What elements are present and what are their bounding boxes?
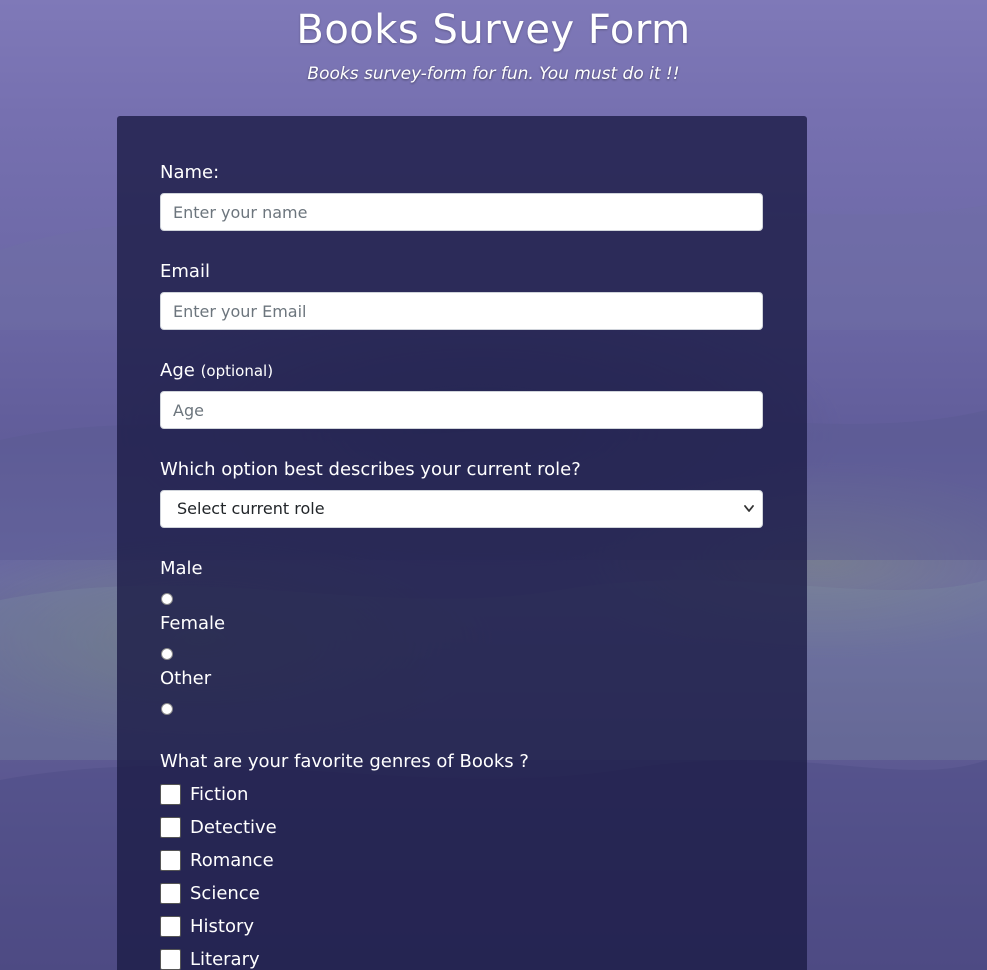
genre-fiction-checkbox[interactable] — [160, 784, 181, 805]
genre-detective-label: Detective — [190, 817, 277, 838]
age-input[interactable] — [160, 391, 763, 429]
gender-option-female-label: Female — [160, 613, 226, 634]
gender-radio-other[interactable] — [161, 703, 173, 715]
genre-science-label: Science — [190, 883, 260, 904]
age-label: Age (optional) — [160, 359, 273, 383]
role-select-value: Select current role — [177, 499, 325, 518]
genre-literary-checkbox[interactable] — [160, 949, 181, 970]
genre-literary-label: Literary — [190, 949, 260, 970]
genre-science-checkbox[interactable] — [160, 883, 181, 904]
role-label: Which option best describes your current… — [160, 459, 581, 480]
age-optional-note: (optional) — [200, 362, 274, 380]
genres-label: What are your favorite genres of Books ? — [160, 751, 529, 772]
email-label: Email — [160, 261, 210, 282]
gender-option-male-label: Male — [160, 558, 203, 579]
name-label: Name: — [160, 162, 220, 183]
chevron-down-icon — [744, 505, 754, 512]
role-select[interactable]: Select current role — [160, 490, 763, 528]
page-subtitle: Books survey-form for fun. You must do i… — [307, 64, 680, 84]
email-input[interactable] — [160, 292, 763, 330]
genre-history-checkbox[interactable] — [160, 916, 181, 937]
name-input[interactable] — [160, 193, 763, 231]
genre-history-label: History — [190, 916, 255, 937]
genre-romance-checkbox[interactable] — [160, 850, 181, 871]
genre-romance-label: Romance — [190, 850, 274, 871]
survey-form: Name: Email Age (optional) Which option … — [117, 116, 807, 970]
gender-radio-female[interactable] — [161, 648, 173, 660]
gender-option-other-label: Other — [160, 668, 212, 689]
age-label-text: Age — [160, 360, 195, 381]
page-title: Books Survey Form — [296, 7, 691, 53]
gender-radio-male[interactable] — [161, 593, 173, 605]
genre-detective-checkbox[interactable] — [160, 817, 181, 838]
genre-fiction-label: Fiction — [190, 784, 249, 805]
